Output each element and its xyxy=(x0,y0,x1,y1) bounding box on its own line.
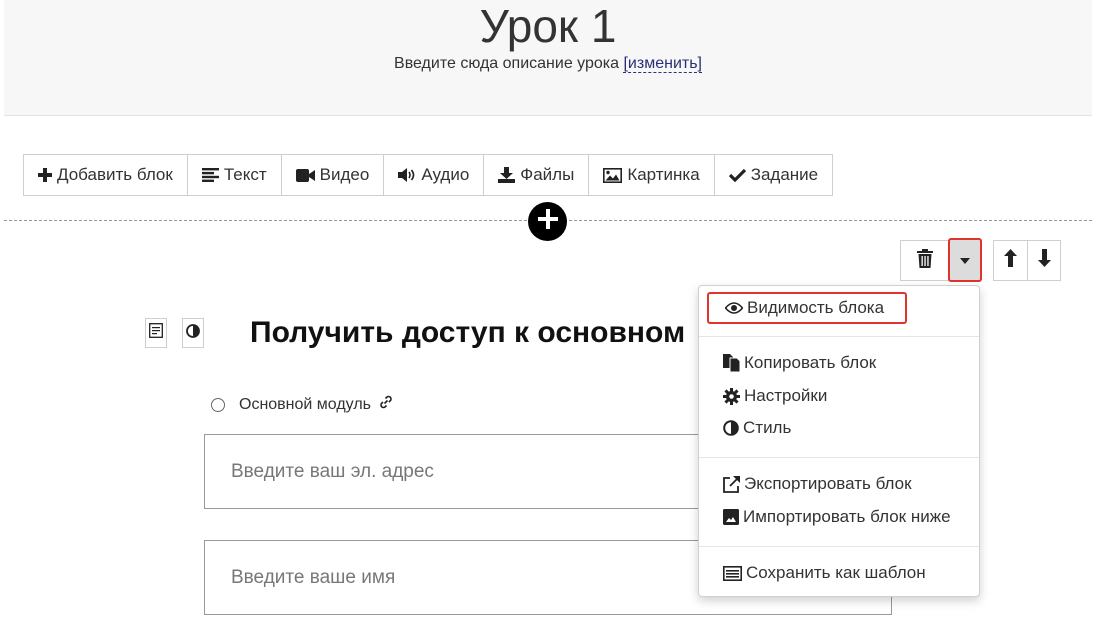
lesson-title[interactable]: Урок 1 xyxy=(4,0,1092,52)
import-image-icon xyxy=(723,509,739,525)
lesson-header: Урок 1 Введите сюда описание урока [изме… xyxy=(4,0,1092,116)
arrow-down-icon xyxy=(1037,249,1051,272)
module-label: Основной модуль xyxy=(239,395,371,413)
menu-item-save-template[interactable]: Сохранить как шаблон xyxy=(723,563,926,583)
template-list-icon xyxy=(723,565,742,581)
task-label: Задание xyxy=(750,165,819,184)
menu-divider xyxy=(699,546,979,547)
video-label: Видео xyxy=(319,165,370,184)
menu-item-label: Видимость блока xyxy=(747,298,885,317)
video-camera-icon xyxy=(295,168,315,182)
move-block-group xyxy=(993,240,1061,281)
arrow-up-icon xyxy=(1004,249,1017,272)
menu-item-settings[interactable]: Настройки xyxy=(723,386,827,406)
menu-item-label: Стиль xyxy=(743,418,792,437)
block-style-tool[interactable] xyxy=(182,318,204,348)
contrast-icon xyxy=(723,420,739,436)
menu-item-copy-block[interactable]: Копировать блок xyxy=(723,353,876,373)
delete-block-group xyxy=(900,240,950,281)
menu-item-label: Копировать блок xyxy=(744,353,877,372)
volume-icon xyxy=(398,168,416,182)
menu-item-export-block[interactable]: Экспортировать блок xyxy=(723,474,912,494)
form-icon xyxy=(149,323,163,343)
menu-divider xyxy=(699,457,979,458)
block-toolbar: Добавить блок Текст Видео Аудио Файлы Ка… xyxy=(23,154,834,196)
download-icon xyxy=(498,167,516,183)
check-icon xyxy=(728,168,746,182)
menu-item-style[interactable]: Стиль xyxy=(723,418,791,438)
align-left-icon xyxy=(201,168,219,182)
text-button[interactable]: Текст xyxy=(187,155,282,195)
block-menu-toggle-button[interactable] xyxy=(948,238,982,282)
menu-item-label: Экспортировать блок xyxy=(744,474,912,493)
edit-description-link[interactable]: [изменить] xyxy=(623,55,702,73)
files-label: Файлы xyxy=(520,165,575,184)
email-placeholder: Введите ваш эл. адрес xyxy=(231,460,434,482)
move-up-button[interactable] xyxy=(994,241,1027,280)
text-label: Текст xyxy=(223,165,267,184)
delete-block-button[interactable] xyxy=(901,241,949,280)
menu-divider xyxy=(699,336,979,337)
link-icon xyxy=(379,395,393,414)
trash-icon xyxy=(917,248,933,273)
caret-down-icon xyxy=(960,251,970,269)
plus-icon xyxy=(38,168,52,182)
audio-label: Аудио xyxy=(421,165,470,184)
move-down-button[interactable] xyxy=(1027,241,1060,280)
menu-item-label: Настройки xyxy=(744,386,828,405)
add-block-button[interactable]: Добавить блок xyxy=(24,155,188,195)
menu-item-import-block[interactable]: Импортировать блок ниже xyxy=(723,507,951,527)
eye-icon xyxy=(725,302,743,314)
block-options-dropdown: Видимость блока Копировать блок Настройк… xyxy=(698,285,980,597)
menu-item-block-visibility[interactable]: Видимость блока xyxy=(707,292,907,324)
task-button[interactable]: Задание xyxy=(714,155,833,195)
image-label: Картинка xyxy=(627,165,700,184)
radio-button[interactable] xyxy=(211,397,225,412)
image-button[interactable]: Картинка xyxy=(589,155,715,195)
audio-button[interactable]: Аудио xyxy=(384,155,485,195)
copy-icon xyxy=(723,354,740,372)
module-option[interactable]: Основной модуль xyxy=(211,395,393,414)
files-button[interactable]: Файлы xyxy=(484,155,590,195)
contrast-icon xyxy=(186,323,200,343)
menu-item-label: Импортировать блок ниже xyxy=(743,507,951,526)
menu-item-label: Сохранить как шаблон xyxy=(746,563,926,582)
gear-icon xyxy=(723,387,740,405)
name-placeholder: Введите ваше имя xyxy=(231,566,396,588)
video-button[interactable]: Видео xyxy=(281,155,385,195)
lesson-description: Введите сюда описание урока [изменить] xyxy=(4,55,1092,73)
lesson-description-text[interactable]: Введите сюда описание урока xyxy=(394,55,619,72)
add-block-circle-button[interactable] xyxy=(528,202,567,241)
add-block-label: Добавить блок xyxy=(57,165,173,184)
block-settings-tool[interactable] xyxy=(145,318,167,348)
plus-icon xyxy=(537,209,558,234)
block-heading[interactable]: Получить доступ к основном xyxy=(250,316,685,350)
external-link-icon xyxy=(723,475,740,493)
image-icon xyxy=(603,167,623,183)
